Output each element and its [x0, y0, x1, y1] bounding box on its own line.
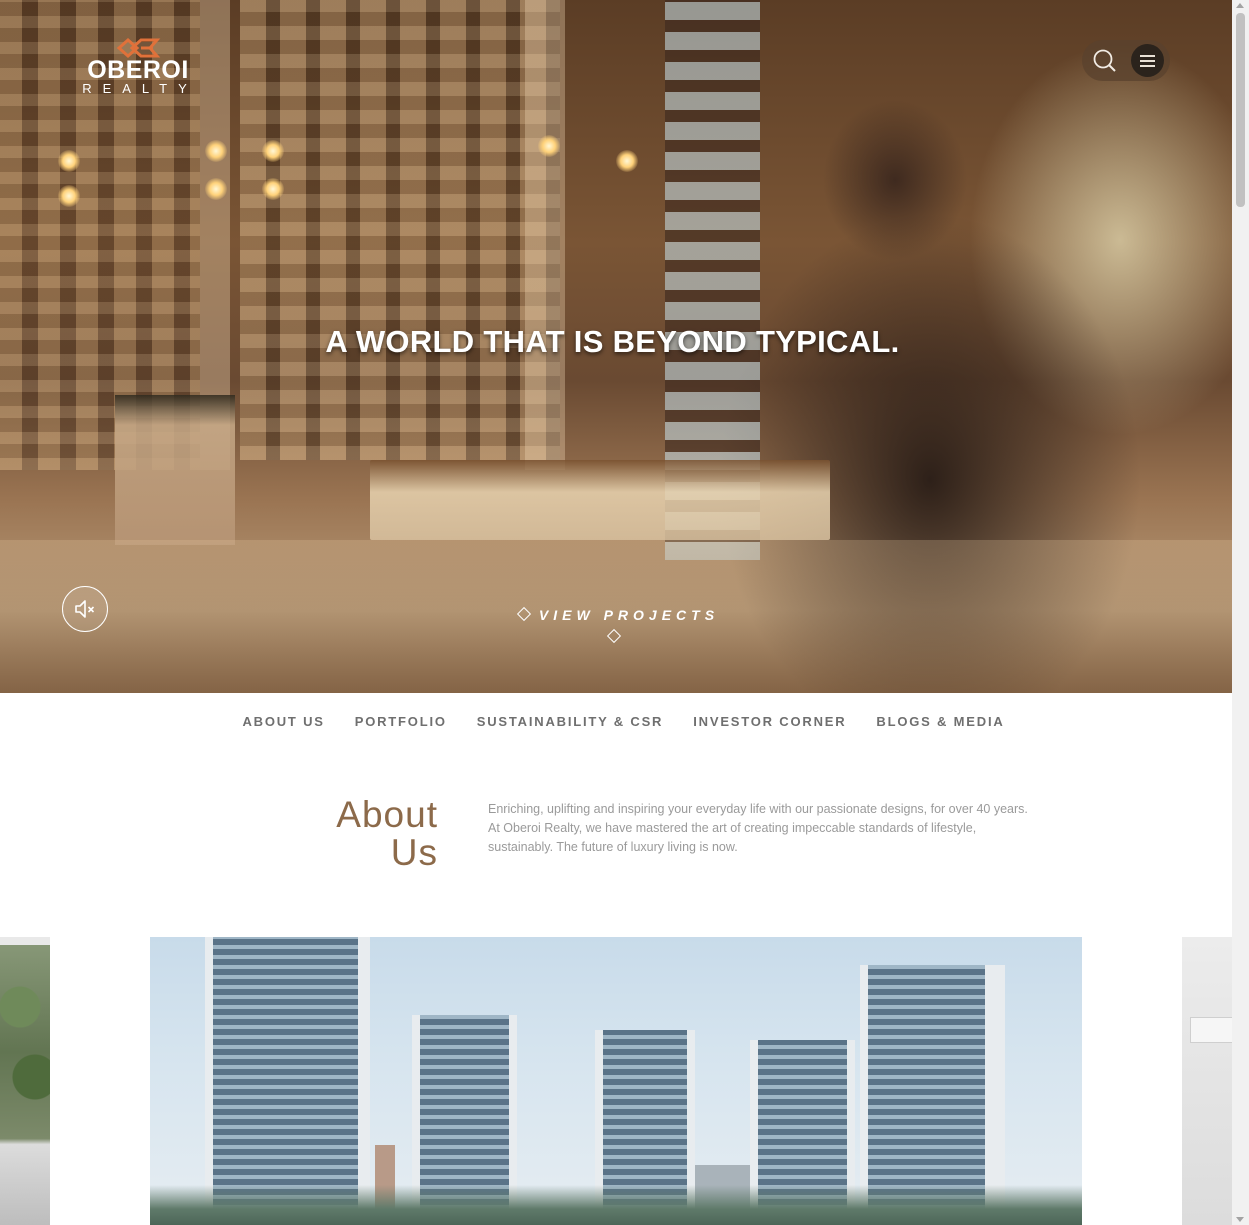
about-description: Enriching, uplifting and inspiring your … — [488, 802, 1028, 854]
page-scrollbar[interactable] — [1232, 0, 1249, 1225]
hamburger-menu-icon[interactable] — [1131, 44, 1164, 77]
hero-lamp — [205, 140, 227, 162]
carousel-slide-current[interactable] — [150, 937, 1082, 1225]
mute-toggle-button[interactable] — [62, 586, 108, 632]
diamond-icon — [606, 629, 622, 644]
hero-lamp — [205, 178, 227, 200]
section-navigation: ABOUT US PORTFOLIO SUSTAINABILITY & CSR … — [0, 693, 1232, 751]
view-projects-button[interactable]: VIEW PROJECTS — [494, 604, 734, 644]
oberoi-logo-mark-icon — [116, 38, 161, 58]
hero-lamp — [262, 178, 284, 200]
hero-planter — [115, 395, 235, 545]
hero-lamp — [262, 140, 284, 162]
hero-video-section: OBEROI REALTY A WORLD THAT IS BEYOND TYP… — [0, 0, 1232, 693]
speaker-muted-icon — [75, 600, 95, 618]
hero-pillar — [525, 0, 565, 470]
logo-wordmark: OBEROI — [87, 56, 189, 84]
about-heading-line1: About — [336, 794, 438, 835]
hero-lamp — [616, 150, 638, 172]
scroll-down-arrow-icon[interactable] — [1236, 1217, 1244, 1222]
nav-item-portfolio[interactable]: PORTFOLIO — [355, 714, 447, 729]
air-conditioner-unit — [1190, 1017, 1234, 1043]
scrollbar-thumb[interactable] — [1236, 13, 1245, 207]
diamond-icon — [516, 607, 531, 622]
nav-item-sustainability-csr[interactable]: SUSTAINABILITY & CSR — [477, 714, 663, 729]
nav-item-investor-corner[interactable]: INVESTOR CORNER — [693, 714, 846, 729]
nav-item-about-us[interactable]: ABOUT US — [242, 714, 324, 729]
logo-subtitle: REALTY — [82, 81, 198, 96]
building-tower — [205, 937, 370, 1225]
carousel-slide-next[interactable] — [1182, 937, 1234, 1225]
header-tools — [1082, 40, 1170, 81]
about-heading-line2: Us — [390, 832, 438, 873]
nav-item-blogs-media[interactable]: BLOGS & MEDIA — [876, 714, 1004, 729]
oberoi-realty-logo[interactable]: OBEROI REALTY — [76, 38, 200, 98]
hero-bench — [370, 460, 830, 540]
about-heading: About Us — [300, 796, 438, 872]
hero-lamp — [58, 185, 80, 207]
hero-lamp — [538, 135, 560, 157]
view-projects-label: VIEW PROJECTS — [538, 607, 720, 623]
hero-background-wall-middle — [240, 0, 560, 460]
hills-foreground — [150, 1185, 1082, 1225]
hero-lamp — [58, 150, 80, 172]
hero-headline: A WORLD THAT IS BEYOND TYPICAL. — [325, 324, 900, 359]
scroll-up-arrow-icon[interactable] — [1236, 3, 1244, 8]
search-icon[interactable] — [1092, 48, 1117, 73]
carousel-slide-previous[interactable] — [0, 937, 50, 1225]
